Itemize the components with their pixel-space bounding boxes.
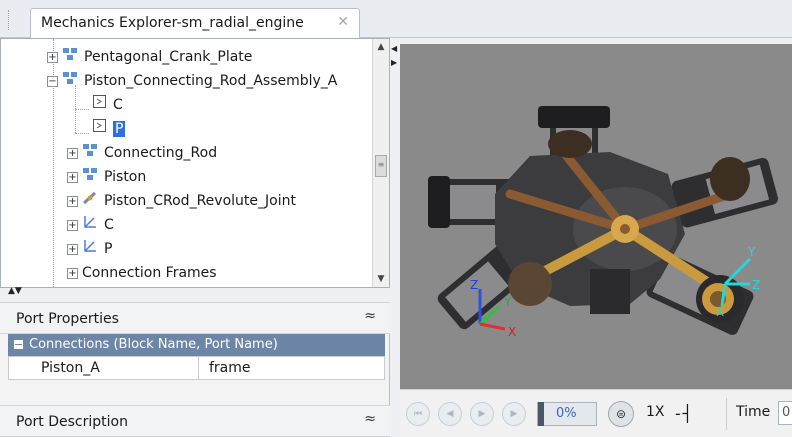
triad-x-label: X — [716, 305, 724, 319]
port-icon — [93, 117, 107, 141]
tree-item-pentagonal-crank-plate[interactable]: + Pentagonal_Crank_Plate — [47, 45, 252, 69]
frame-icon — [82, 213, 98, 237]
expander-icon[interactable]: + — [67, 147, 78, 159]
3d-viewport[interactable]: Z Y X Y Z X — [400, 44, 792, 389]
subsystem-icon — [62, 45, 78, 69]
tree-item-label: Connection Frames — [82, 265, 217, 281]
tree-scrollbar[interactable]: ▲ ≡ ▼ — [372, 39, 389, 287]
time-field[interactable]: 0 — [778, 401, 792, 425]
collapse-icon[interactable]: ≈ — [364, 308, 376, 324]
time-label: Time — [736, 404, 771, 420]
splitter-arrows-icon[interactable]: ▲▼ — [8, 287, 22, 296]
toolbar-separator — [726, 398, 727, 430]
expander-icon[interactable]: + — [67, 243, 78, 255]
step-back-icon[interactable]: ◀ — [438, 402, 462, 426]
tree-item-label: C — [104, 217, 114, 233]
tree-item-port-c[interactable]: C — [93, 93, 123, 117]
record-icon[interactable]: ⊜ — [608, 401, 634, 427]
playback-progress-bar[interactable]: 0% — [537, 402, 597, 426]
port-icon — [93, 93, 107, 117]
collapse-group-icon[interactable] — [14, 340, 23, 349]
progress-label: 0% — [556, 406, 577, 421]
expander-icon[interactable]: + — [67, 267, 78, 279]
tree-guide-line — [75, 133, 89, 134]
property-row[interactable]: Piston_A frame — [8, 356, 385, 380]
section-title: Port Properties — [16, 311, 119, 327]
port-description-header[interactable]: Port Description ≈ — [0, 405, 390, 437]
speed-slider[interactable]: -┤ — [673, 404, 692, 423]
play-icon[interactable]: ▶ — [470, 402, 494, 426]
frame-icon — [82, 237, 98, 261]
tree-item-label: Pentagonal_Crank_Plate — [84, 49, 253, 65]
tree-guide-line — [75, 109, 89, 110]
triad-y-label: Y — [747, 245, 756, 259]
connections-group-row[interactable]: Connections (Block Name, Port Name) — [8, 334, 385, 356]
close-icon[interactable]: ✕ — [337, 14, 349, 30]
expander-icon[interactable]: + — [67, 219, 78, 231]
tree-item-label: Piston_CRod_Revolute_Joint — [104, 193, 296, 209]
progress-handle[interactable] — [538, 402, 544, 426]
triad-z-label: Z — [752, 278, 760, 292]
subsystem-icon — [82, 165, 98, 189]
radial-engine-model: Z Y X Y Z X — [428, 106, 778, 339]
expander-icon[interactable]: + — [67, 195, 78, 207]
expander-icon[interactable]: + — [67, 171, 78, 183]
triad-x-label: X — [508, 325, 516, 339]
tree-item-connecting-rod[interactable]: + Connecting_Rod — [67, 141, 217, 165]
expander-icon[interactable]: + — [47, 51, 58, 63]
tree-item-frame-c[interactable]: + C — [67, 213, 114, 237]
section-title: Port Description — [16, 414, 128, 430]
splitter-left-arrow-icon[interactable]: ◀ — [391, 44, 397, 53]
tree-item-label: Piston_Connecting_Rod_Assembly_A — [84, 73, 338, 89]
tree-item-connection-frames[interactable]: + Connection Frames — [67, 261, 217, 285]
subsystem-icon — [62, 69, 78, 93]
collapse-icon[interactable]: − — [47, 75, 58, 87]
tree-item-label: Piston — [104, 169, 147, 185]
horizontal-splitter[interactable]: ▲▼ — [0, 287, 390, 302]
joint-icon — [82, 189, 98, 213]
tree-item-revolute-joint[interactable]: + Piston_CRod_Revolute_Joint — [67, 189, 296, 213]
tree-item-label-selected: P — [113, 121, 126, 137]
tree-item-piston[interactable]: + Piston — [67, 165, 146, 189]
tab-title: Mechanics Explorer-sm_radial_engine — [41, 15, 304, 31]
tree-item-label: P — [104, 241, 113, 257]
triad-y-label: Y — [503, 295, 512, 309]
scroll-up-icon[interactable]: ▲ — [373, 39, 389, 55]
tab-mechanics-explorer[interactable]: Mechanics Explorer-sm_radial_engine ✕ — [30, 8, 360, 39]
tree-item-frame-p[interactable]: + P — [67, 237, 112, 261]
property-name: Piston_A — [9, 357, 199, 379]
subsystem-icon — [82, 141, 98, 165]
scroll-down-icon[interactable]: ▼ — [373, 271, 389, 287]
tab-grip[interactable] — [8, 10, 11, 30]
vertical-splitter[interactable] — [390, 38, 400, 437]
tree-item-label: C — [113, 97, 123, 113]
tab-strip: Mechanics Explorer-sm_radial_engine ✕ — [0, 0, 792, 39]
step-forward-icon[interactable]: ▶ — [502, 402, 526, 426]
model-tree[interactable]: + Pentagonal_Crank_Plate − Piston_Connecti… — [0, 38, 390, 288]
splitter-right-arrow-icon[interactable]: ▶ — [391, 58, 397, 67]
property-value[interactable]: frame — [201, 357, 251, 379]
triad-z-label: Z — [470, 278, 478, 292]
port-properties-header[interactable]: Port Properties ≈ — [0, 302, 390, 334]
scroll-thumb[interactable]: ≡ — [375, 155, 387, 177]
tree-item-port-p[interactable]: P — [93, 117, 126, 141]
group-label: Connections (Block Name, Port Name) — [29, 337, 278, 352]
tree-item-label: Connecting_Rod — [104, 145, 218, 161]
expand-icon[interactable]: ≈ — [364, 411, 376, 427]
playback-toolbar: ⏮ ◀ ▶ ▶ 0% ⊜ 1X -┤ Time 0 — [400, 389, 792, 437]
crank-pin — [620, 224, 630, 234]
skip-to-start-icon[interactable]: ⏮ — [406, 402, 430, 426]
playback-speed: 1X — [646, 404, 665, 420]
tree-item-piston-connecting-rod-assembly[interactable]: − Piston_Connecting_Rod_Assembly_A — [47, 69, 337, 93]
left-pane: + Pentagonal_Crank_Plate − Piston_Connecti… — [0, 38, 390, 437]
